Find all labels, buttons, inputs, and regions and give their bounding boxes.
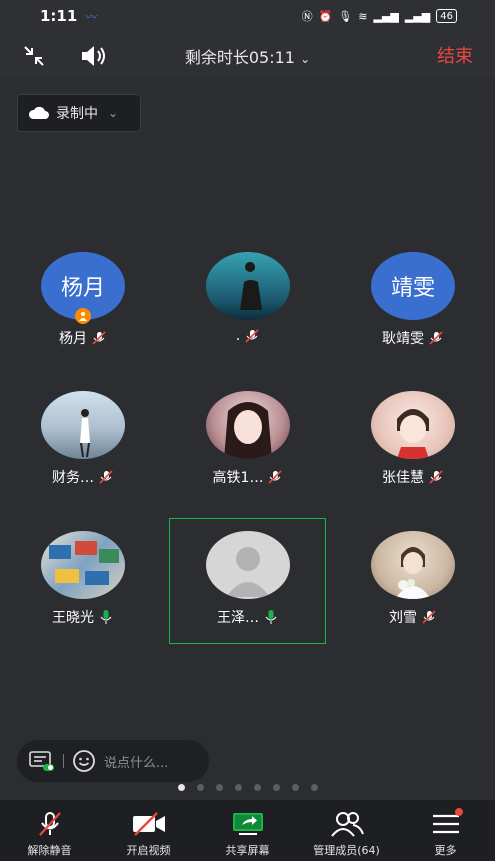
end-meeting-button[interactable]: 结束: [437, 42, 473, 68]
manage-members-label: 管理成员(64): [313, 844, 380, 857]
member-tile[interactable]: 刘雪: [343, 531, 483, 641]
page-dot[interactable]: [177, 784, 185, 791]
member-name: 张佳慧: [382, 470, 424, 486]
meeting-top-bar: 剩余时长05:11 ⌄ 结束: [0, 32, 495, 78]
unmute-label: 解除静音: [27, 844, 72, 857]
member-tile[interactable]: 高铁1…: [178, 391, 318, 501]
signal-icon-2: ▂▄▆: [404, 9, 431, 23]
mic-active-icon: [265, 610, 277, 624]
mic-muted-icon: [99, 470, 113, 484]
recording-label: 录制中: [56, 106, 98, 122]
unmute-button[interactable]: 解除静音: [0, 800, 99, 861]
member-tile[interactable]: 财务…: [13, 391, 153, 501]
caption-toggle-icon[interactable]: [29, 750, 55, 772]
member-name: 高铁1…: [212, 470, 264, 486]
member-tile[interactable]: 张佳慧: [343, 391, 483, 501]
page-dot[interactable]: [253, 784, 261, 791]
clock: 1:11: [40, 7, 78, 25]
share-screen-icon: [232, 813, 263, 835]
start-video-button[interactable]: 开启视频: [99, 800, 198, 861]
member-tile[interactable]: .: [178, 252, 318, 362]
chevron-down-icon: ⌄: [300, 52, 311, 66]
wifi-icon: ≋: [358, 9, 368, 23]
start-video-label: 开启视频: [126, 844, 171, 857]
avatar: [371, 531, 455, 599]
mic-status-icon: 🎙: [338, 9, 353, 23]
notification-dot: [455, 808, 463, 816]
video-off-icon: [132, 812, 165, 836]
page-dot[interactable]: [234, 784, 242, 791]
remaining-time-label: 剩余时长05:11: [184, 48, 295, 67]
avatar: 靖雯: [371, 252, 455, 320]
member-name: 王晓光: [52, 610, 94, 626]
page-dot[interactable]: [196, 784, 204, 791]
member-name: 刘雪: [389, 610, 417, 626]
page-dot[interactable]: [215, 784, 223, 791]
member-name: 王泽…: [217, 610, 259, 626]
member-tile[interactable]: 王泽…: [178, 531, 318, 641]
remaining-time[interactable]: 剩余时长05:11 ⌄: [0, 44, 495, 68]
nfc-icon: Ⓝ: [301, 10, 313, 23]
avatar: [206, 391, 290, 459]
chat-input[interactable]: 说点什么...: [104, 752, 168, 771]
menu-icon: [432, 814, 459, 834]
signal-icon: ▂▄▆: [373, 9, 399, 23]
mic-muted-icon: [92, 331, 106, 345]
recording-status[interactable]: 录制中 ⌄: [17, 94, 141, 132]
page-dot[interactable]: [272, 784, 280, 791]
share-screen-label: 共享屏幕: [225, 844, 270, 857]
member-tile[interactable]: 王晓光: [13, 531, 153, 641]
page-dot[interactable]: [310, 784, 318, 791]
divider: [63, 754, 64, 768]
mic-muted-icon: [429, 331, 443, 345]
manage-members-button[interactable]: 管理成员(64): [297, 800, 396, 861]
avatar-initials: 靖雯: [390, 276, 435, 301]
more-label: 更多: [434, 844, 457, 857]
avatar: [371, 391, 455, 459]
mic-active-icon: [100, 610, 112, 624]
alarm-icon: ⏰: [318, 9, 333, 23]
member-name: 财务…: [52, 470, 94, 486]
mic-muted-icon: [429, 470, 443, 484]
members-icon: [330, 812, 364, 837]
chat-bar[interactable]: 说点什么...: [17, 740, 209, 782]
more-button[interactable]: 更多: [396, 800, 495, 861]
page-dot[interactable]: [291, 784, 299, 791]
share-screen-button[interactable]: 共享屏幕: [198, 800, 297, 861]
member-tile[interactable]: 靖雯 耿靖雯: [343, 252, 483, 362]
member-name: .: [235, 328, 241, 344]
mic-muted-icon: [268, 470, 283, 484]
emoji-icon[interactable]: [72, 749, 96, 773]
avatar: [206, 531, 290, 599]
battery-icon: 46: [436, 9, 457, 23]
avatar: [206, 252, 290, 320]
page-indicator: [0, 784, 495, 791]
bottom-toolbar: 解除静音 开启视频 共享屏幕 管理成员(64) 更多: [0, 800, 495, 861]
chevron-down-icon: ⌄: [108, 106, 119, 120]
member-tile[interactable]: 杨月 杨月: [13, 252, 153, 362]
member-name: 耿靖雯: [382, 331, 424, 347]
cloud-icon: [28, 106, 49, 119]
avatar: [41, 391, 125, 459]
mic-muted-icon: [245, 329, 259, 343]
avatar: [41, 531, 125, 599]
mic-muted-icon: [38, 812, 61, 836]
avatar-initials: 杨月: [60, 276, 105, 301]
host-badge-icon: [75, 308, 91, 324]
status-bar: 1:11 〰 Ⓝ ⏰ 🎙 ≋ ▂▄▆ ▂▄▆ 46: [0, 0, 495, 32]
member-name: 杨月: [59, 331, 87, 347]
mic-muted-icon: [422, 610, 436, 624]
wave-icon: 〰: [85, 9, 98, 24]
